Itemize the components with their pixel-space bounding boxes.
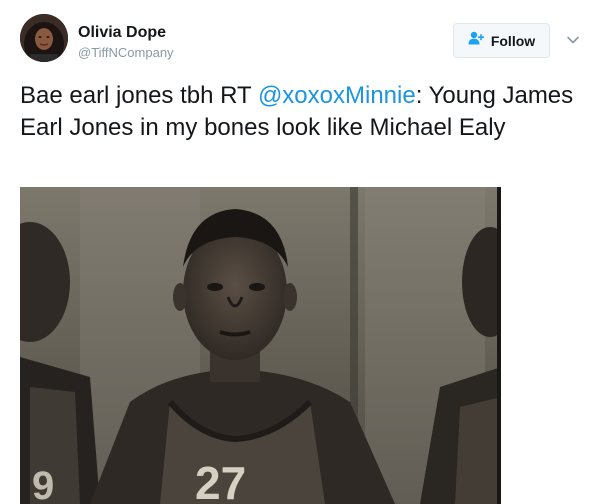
avatar[interactable] xyxy=(20,14,68,62)
jersey-number: 27 xyxy=(195,457,246,504)
follow-button-label: Follow xyxy=(490,32,536,49)
chevron-down-icon[interactable] xyxy=(566,33,580,47)
vintage-basketball-photo: 9 27 xyxy=(20,187,501,504)
svg-text:9: 9 xyxy=(32,464,54,504)
tweet-text-part: Bae earl jones tbh RT xyxy=(20,82,258,109)
mention-link[interactable]: @xoxoxMinnie xyxy=(258,82,416,109)
tweet-photo[interactable]: 9 27 xyxy=(20,187,501,504)
person-plus-icon xyxy=(468,31,485,50)
tweet-text: Bae earl jones tbh RT @xoxoxMinnie: Youn… xyxy=(20,80,585,144)
user-handle[interactable]: @TiffNCompany xyxy=(78,45,174,60)
avatar-image xyxy=(20,14,68,62)
user-name[interactable]: Olivia Dope xyxy=(78,24,166,42)
follow-button[interactable]: Follow xyxy=(453,23,550,58)
